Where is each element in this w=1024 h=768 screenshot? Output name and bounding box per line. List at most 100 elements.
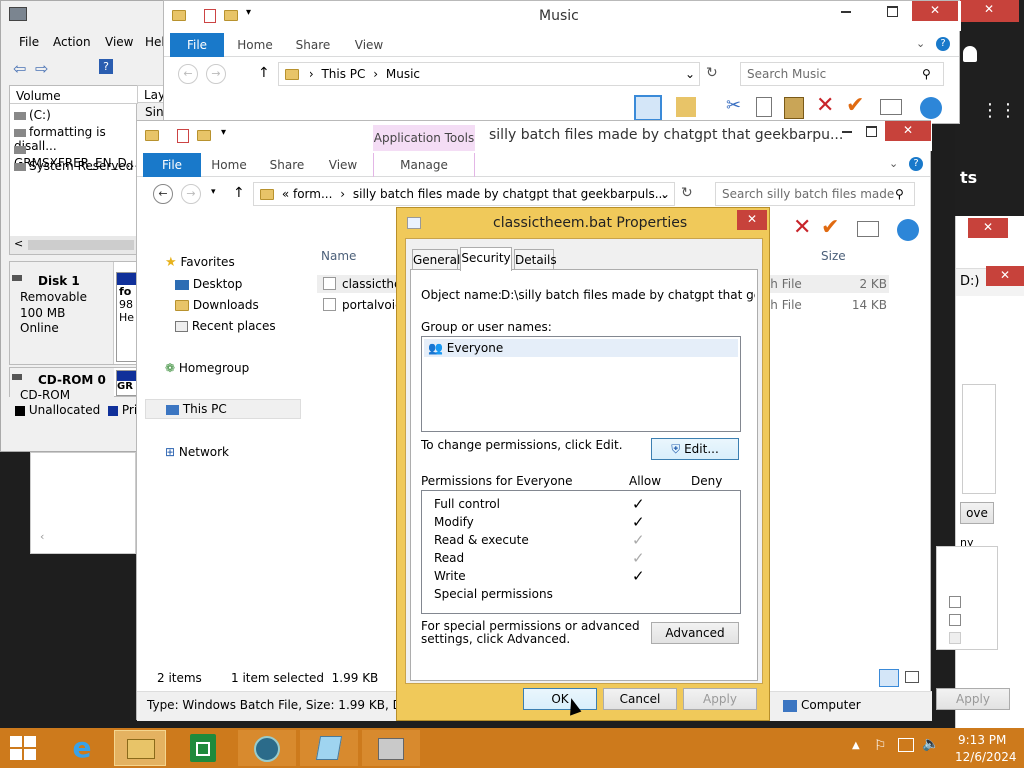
new-folder-icon[interactable] [224, 10, 238, 21]
tab-share[interactable]: Share [288, 33, 338, 57]
breadcrumb-current[interactable]: silly batch files made by chatgpt that g… [353, 187, 666, 201]
recent-dropdown-icon[interactable]: ▾ [211, 187, 216, 197]
forward-button[interactable]: → [206, 64, 226, 84]
nav-thispc[interactable]: This PC [145, 399, 301, 419]
volume-muted-icon[interactable]: 🔈 [922, 736, 939, 752]
breadcrumb-parent[interactable]: « form... [282, 187, 333, 201]
tab-home[interactable]: Home [203, 153, 255, 177]
tab-share[interactable]: Share [261, 153, 313, 177]
horizontal-scrollbar[interactable]: < [10, 236, 138, 254]
nav-downloads[interactable]: Downloads [175, 298, 259, 312]
breadcrumb-thispc[interactable]: This PC [321, 67, 365, 81]
tab-details[interactable]: Details [514, 249, 557, 269]
column-volume[interactable]: Volume [16, 89, 61, 103]
menu-file[interactable]: File [19, 35, 39, 49]
tab-view[interactable]: View [344, 33, 394, 57]
list-item[interactable]: (C:) [14, 108, 138, 125]
back-button[interactable]: ← [153, 184, 173, 204]
tab-view[interactable]: View [317, 153, 369, 177]
scroll-left-icon[interactable]: ‹ [40, 530, 44, 543]
group-list[interactable]: 👥 Everyone [421, 336, 741, 432]
close-icon[interactable] [959, 0, 1019, 22]
help-icon[interactable]: ? [909, 157, 923, 171]
cut-icon[interactable]: ✂ [726, 95, 741, 116]
checkbox[interactable] [949, 614, 961, 626]
maximize-button[interactable] [870, 1, 916, 21]
chevron-down-icon[interactable]: ▾ [246, 7, 251, 18]
tab-file[interactable]: File [143, 153, 201, 177]
paste-icon[interactable] [784, 97, 804, 119]
close-button[interactable] [912, 1, 958, 21]
list-item[interactable]: System Reserved [14, 159, 138, 176]
clock-time[interactable]: 9:13 PM [958, 733, 1006, 747]
start-button[interactable] [10, 736, 38, 760]
nav-desktop[interactable]: Desktop [175, 277, 242, 291]
column-name[interactable]: Name [321, 249, 356, 263]
tab-general[interactable]: General [412, 249, 460, 269]
chevron-down-icon[interactable]: ⌄ [660, 183, 670, 205]
explorer-taskbar-button[interactable] [114, 730, 166, 766]
menu-action[interactable]: Action [53, 35, 91, 49]
forward-button[interactable]: → [181, 184, 201, 204]
check-icon[interactable]: ✔ [846, 93, 864, 118]
help-icon[interactable]: ? [99, 59, 113, 74]
ie-icon[interactable]: e [66, 732, 98, 764]
apps-grid-icon[interactable]: ⋮⋮ [981, 100, 1017, 121]
new-folder-icon[interactable] [197, 130, 211, 141]
globe-icon[interactable] [920, 97, 942, 119]
edit-button[interactable]: ⛨ Edit... [651, 438, 739, 460]
app-taskbar-button[interactable] [300, 730, 358, 766]
list-item[interactable]: formatting is disall... [14, 125, 138, 153]
globe-icon[interactable] [897, 219, 919, 241]
refresh-icon[interactable]: ↻ [681, 185, 693, 201]
rename-icon[interactable] [880, 99, 902, 115]
address-bar[interactable]: › This PC › Music ⌄ [278, 62, 700, 86]
column-size[interactable]: Size [821, 249, 846, 263]
nav-recent-places[interactable]: Recent places [175, 319, 276, 333]
nav-favorites[interactable]: ★ Favorites [165, 255, 235, 270]
apply-button[interactable]: Apply [683, 688, 757, 710]
delete-icon[interactable]: ✕ [793, 215, 811, 240]
apply-button[interactable]: Apply [936, 688, 1010, 710]
search-input[interactable]: Search Music [740, 62, 944, 86]
chevron-down-icon[interactable]: ⌄ [889, 157, 898, 170]
properties-icon[interactable] [204, 9, 216, 23]
app-taskbar-button[interactable] [362, 730, 420, 766]
menu-view[interactable]: View [105, 35, 133, 49]
check-icon[interactable]: ✔ [821, 215, 839, 240]
copy-icon[interactable] [756, 97, 772, 117]
breadcrumb-music[interactable]: Music [386, 67, 420, 81]
network-icon[interactable] [898, 738, 914, 752]
address-bar[interactable]: « form... › silly batch files made by ch… [253, 182, 675, 206]
minimize-button[interactable] [824, 1, 870, 21]
advanced-button[interactable]: Advanced [651, 622, 739, 644]
back-icon[interactable]: ⇦ [13, 59, 26, 78]
preview-pane-icon[interactable] [634, 95, 662, 121]
chevron-down-icon[interactable]: ▾ [221, 127, 226, 138]
partition-block[interactable]: fo 98 He [116, 272, 138, 362]
menu-help[interactable]: Hel [145, 35, 165, 49]
ok-button[interactable]: OK [523, 688, 597, 710]
close-icon[interactable] [968, 218, 1008, 238]
list-item[interactable]: 👥 Everyone [424, 339, 738, 357]
flag-icon[interactable]: ⚐ [874, 738, 887, 754]
tab-manage[interactable]: Manage [373, 153, 475, 177]
checkbox[interactable] [949, 596, 961, 608]
back-button[interactable]: ← [178, 64, 198, 84]
up-button[interactable]: ↑ [233, 185, 245, 201]
up-button[interactable]: ↑ [258, 65, 270, 81]
move-icon[interactable] [676, 97, 696, 117]
app-taskbar-button[interactable] [238, 730, 296, 766]
cancel-button[interactable]: Cancel [603, 688, 677, 710]
close-button[interactable] [737, 210, 767, 230]
show-hidden-icons[interactable]: ▲ [852, 740, 860, 751]
delete-icon[interactable]: ✕ [816, 93, 834, 118]
large-icons-view-icon[interactable] [905, 671, 919, 683]
close-icon[interactable] [986, 266, 1024, 286]
help-icon[interactable]: ? [936, 37, 950, 51]
checkbox[interactable] [949, 632, 961, 644]
tab-home[interactable]: Home [230, 33, 280, 57]
rename-icon[interactable] [857, 221, 879, 237]
forward-icon[interactable]: ⇨ [35, 59, 48, 78]
remove-button[interactable]: ove [960, 502, 994, 524]
